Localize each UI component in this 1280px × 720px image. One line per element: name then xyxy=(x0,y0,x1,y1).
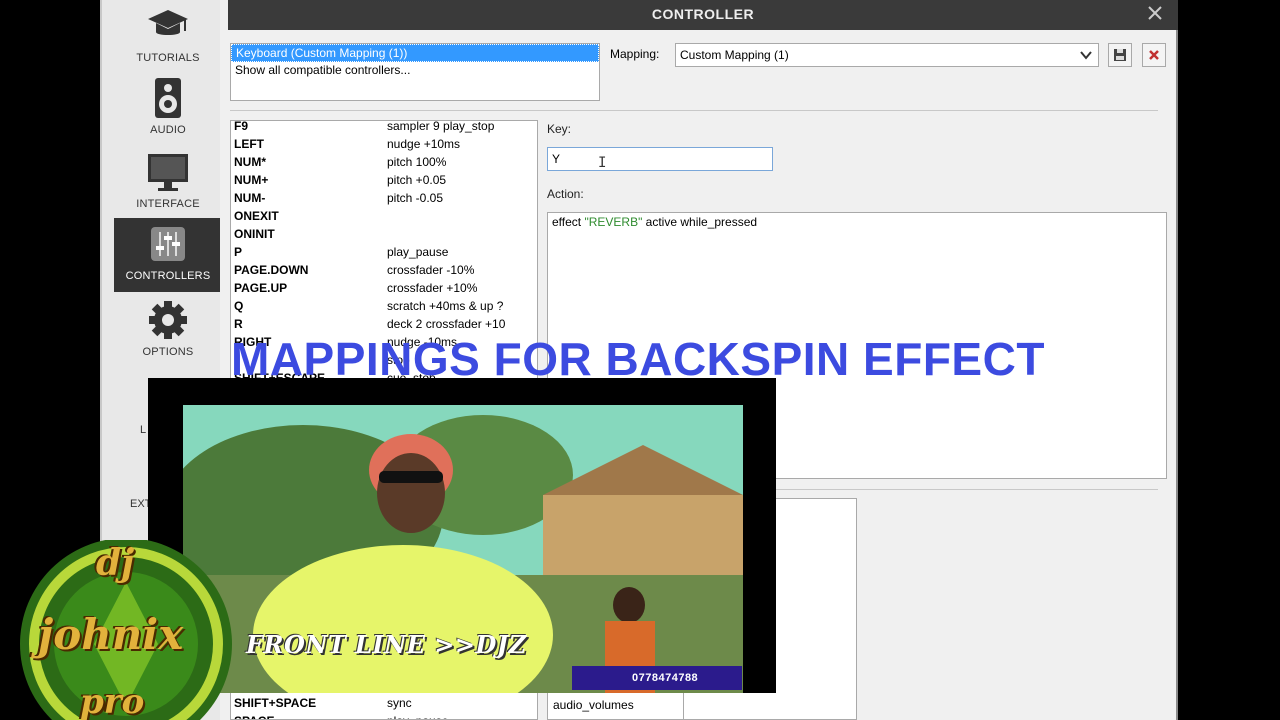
list-item[interactable]: audio_volumes xyxy=(553,698,634,712)
logo-text: pro xyxy=(80,682,145,720)
key-name: PAGE.UP xyxy=(234,281,288,295)
table-row[interactable]: ONEXIT xyxy=(231,207,537,225)
table-row[interactable]: NUM-pitch -0.05 xyxy=(231,189,537,207)
key-name: NUM- xyxy=(234,191,266,205)
sidebar-item-label: OPTIONS xyxy=(142,346,194,358)
key-input[interactable]: Y I xyxy=(547,147,773,171)
key-action: pitch 100% xyxy=(387,155,447,169)
key-action: sampler 9 play_stop xyxy=(387,120,495,133)
key-name: NUM+ xyxy=(234,173,269,187)
mapping-label: Mapping: xyxy=(610,47,660,61)
action-text: active while_pressed xyxy=(642,215,758,229)
sliders-icon xyxy=(151,227,185,261)
text-cursor-icon: I xyxy=(598,155,607,171)
sidebar-item-label: TUTORIALS xyxy=(136,52,200,64)
key-name: PAGE.DOWN xyxy=(234,263,309,277)
controller-list[interactable]: Keyboard (Custom Mapping (1)) Show all c… xyxy=(230,43,600,101)
key-action: pitch +0.05 xyxy=(387,173,447,187)
save-icon xyxy=(1114,49,1126,61)
logo-text: johnix xyxy=(38,610,184,659)
key-name: NUM* xyxy=(234,155,266,169)
sidebar-item-tutorials[interactable]: TUTORIALS xyxy=(114,0,222,74)
graduation-cap-icon xyxy=(148,10,188,35)
key-action: scratch +40ms & up ? xyxy=(387,299,504,313)
monitor-icon xyxy=(148,154,188,191)
delete-mapping-button[interactable] xyxy=(1142,43,1166,67)
key-action: crossfader +10% xyxy=(387,281,478,295)
key-action: nudge +10ms xyxy=(387,137,461,151)
table-row[interactable]: LEFT nudge +10ms xyxy=(231,135,537,153)
sidebar-item-label: AUDIO xyxy=(150,124,186,136)
save-mapping-button[interactable] xyxy=(1108,43,1132,67)
table-row[interactable]: Qscratch +40ms & up ? xyxy=(231,297,537,315)
key-name: R xyxy=(234,317,243,331)
sidebar-item-controllers[interactable]: CONTROLLERS xyxy=(114,218,222,292)
mapping-dropdown[interactable]: Custom Mapping (1) xyxy=(675,43,1099,67)
gear-icon xyxy=(149,301,187,339)
action-label: Action: xyxy=(547,187,584,201)
action-string: "REVERB" xyxy=(584,215,643,229)
table-row[interactable]: NUM* pitch 100% xyxy=(231,153,537,171)
key-action: pitch -0.05 xyxy=(387,191,444,205)
key-value: Y xyxy=(552,152,561,166)
list-item[interactable]: Keyboard (Custom Mapping (1)) xyxy=(231,44,599,62)
key-action: sync xyxy=(387,696,412,710)
phone-number: 0778474788 xyxy=(572,666,742,690)
key-name: LEFT xyxy=(234,137,264,151)
chevron-down-icon xyxy=(1080,51,1092,60)
table-row[interactable]: NUM+ pitch +0.05 xyxy=(231,171,537,189)
table-row[interactable]: ONINIT xyxy=(231,225,537,243)
list-item[interactable]: Show all compatible controllers... xyxy=(231,62,599,80)
window-title: CONTROLLER xyxy=(651,6,755,22)
key-action: crossfader -10% xyxy=(387,263,475,277)
speaker-icon xyxy=(155,78,181,118)
table-row[interactable]: Pplay_pause xyxy=(231,243,537,261)
table-row[interactable]: Rdeck 2 crossfader +10 xyxy=(231,315,537,333)
key-action: play_pause xyxy=(387,712,448,719)
window-titlebar: CONTROLLER xyxy=(228,0,1178,30)
sidebar-item-interface[interactable]: INTERFACE xyxy=(114,146,222,220)
delete-icon xyxy=(1149,50,1159,60)
sidebar-item-label: CONTROLLERS xyxy=(125,270,211,282)
key-action: deck 2 crossfader +10 xyxy=(387,317,506,331)
dj-logo: dj johnix pro xyxy=(8,540,248,720)
table-row[interactable]: SHIFT+SPACE sync xyxy=(231,694,537,712)
sidebar-item-audio[interactable]: AUDIO xyxy=(114,72,222,146)
sidebar-item-label: INTERFACE xyxy=(136,198,200,210)
table-row[interactable]: PAGE.UP crossfader +10% xyxy=(231,279,537,297)
key-name: Q xyxy=(234,299,244,313)
mapping-value: Custom Mapping (1) xyxy=(680,48,789,62)
sidebar-partial-label: L xyxy=(140,424,147,436)
divider xyxy=(230,110,1158,111)
key-label: Key: xyxy=(547,122,572,136)
table-row[interactable]: SPACEplay_pause xyxy=(231,712,537,719)
key-action: play_pause xyxy=(387,245,449,259)
table-row[interactable]: PAGE.DOWN crossfader -10% xyxy=(231,261,537,279)
key-name: F9 xyxy=(234,120,249,133)
key-name: P xyxy=(234,245,243,259)
sidebar-item-options[interactable]: OPTIONS xyxy=(114,294,222,368)
action-text: effect xyxy=(552,215,585,229)
logo-text: dj xyxy=(96,542,135,584)
key-name: ONEXIT xyxy=(234,209,279,223)
front-line-caption: FRONT LINE >>DJZ xyxy=(246,630,527,659)
key-name: ONINIT xyxy=(234,227,275,241)
close-icon[interactable] xyxy=(1146,4,1164,22)
table-row[interactable]: F9 sampler 9 play_stop xyxy=(231,120,537,135)
